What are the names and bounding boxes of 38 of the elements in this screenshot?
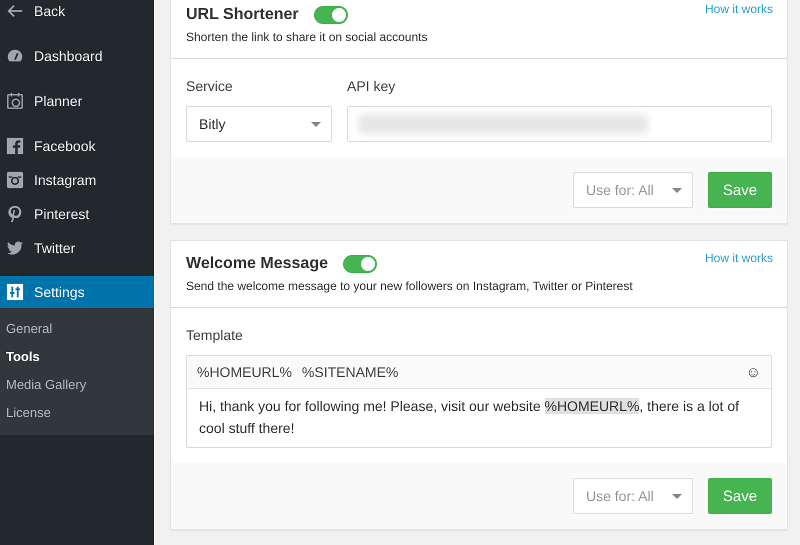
caret-icon	[672, 188, 682, 192]
card-title: URL Shortener	[186, 6, 299, 24]
token-button[interactable]: %HOMEURL%	[197, 364, 292, 380]
sidebar-item[interactable]: Pinterest	[0, 197, 154, 231]
pinterest-icon	[6, 205, 24, 223]
sidebar-item[interactable]: Dashboard	[0, 39, 154, 73]
api-key-field[interactable]	[347, 106, 772, 142]
field-label: API key	[347, 78, 396, 94]
toggle-switch[interactable]	[314, 6, 348, 24]
template-editor[interactable]: %HOMEURL% %SITENAME% ☺ Hi, thank you for following me! Please, visit our website %HOMEURL%, there is a lot of cool stuff there!	[186, 355, 772, 448]
instagram-icon	[6, 171, 24, 189]
caret-icon	[672, 494, 682, 498]
caret-icon	[311, 122, 321, 126]
calendar-icon	[6, 92, 24, 110]
message-text[interactable]: Hi, thank you for following me! Please, visit our website %HOMEURL%, there is a lot of cool stuff there!	[187, 389, 771, 447]
sidebar-item[interactable]: Back	[0, 0, 154, 28]
facebook-icon	[6, 137, 24, 155]
submenu-item[interactable]: General	[0, 315, 154, 343]
sidebar-item[interactable]: Facebook	[0, 129, 154, 163]
sidebar-item[interactable]: Twitter	[0, 231, 154, 265]
bird-icon	[6, 239, 24, 257]
token-button[interactable]: %SITENAME%	[302, 364, 398, 380]
sliders-icon	[6, 283, 24, 301]
back-arrow-icon	[6, 2, 24, 20]
submenu-item[interactable]: Tools	[0, 343, 154, 371]
emoji-button[interactable]: ☺	[746, 364, 761, 380]
sidebar-item[interactable]: Planner	[0, 84, 154, 118]
submenu-item[interactable]: License	[0, 399, 154, 427]
field-label: Template	[186, 327, 244, 343]
toggle-switch[interactable]	[343, 255, 377, 273]
card-title: Welcome Message	[186, 255, 328, 273]
submenu-item[interactable]: Media Gallery	[0, 371, 154, 399]
card-subtitle: Send the welcome message to your new followers on Instagram, Twitter or Pinterest	[186, 279, 634, 293]
card-subtitle: Shorten the link to share it on social accounts	[186, 30, 428, 44]
field-label: Service	[186, 78, 234, 94]
service-dropdown[interactable]: Bitly	[186, 106, 332, 142]
sidebar-item[interactable]: Settings	[0, 276, 154, 308]
sidebar-item[interactable]: Instagram	[0, 163, 154, 197]
